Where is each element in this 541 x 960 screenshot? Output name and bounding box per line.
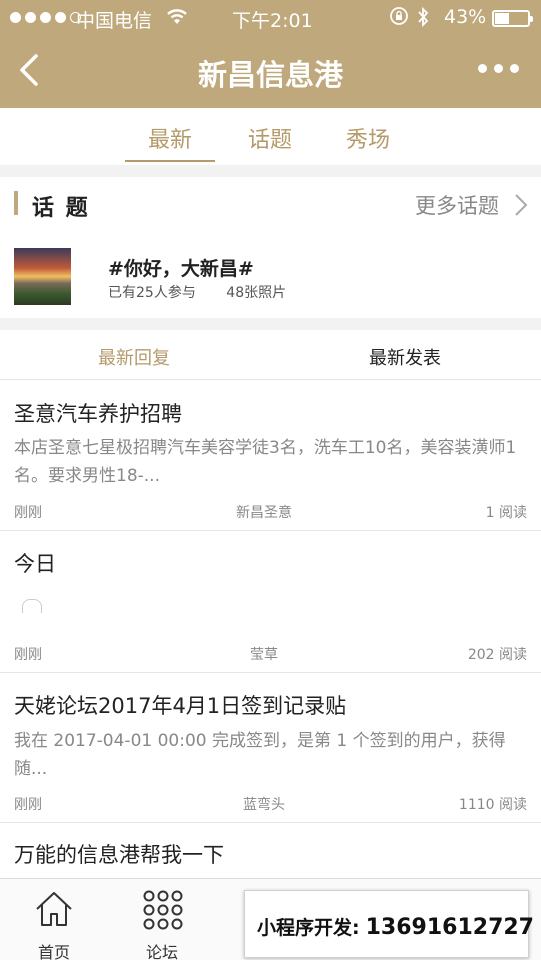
bottom-tab-label: 首页 xyxy=(37,943,70,960)
post-views: 202 阅读 xyxy=(467,647,527,663)
header: 中国电信 下午2:01 43% 新昌信息港 xyxy=(0,0,541,108)
bottom-tab-label: 论坛 xyxy=(145,943,178,960)
topics-header: 话 题 更多话题 xyxy=(0,178,541,230)
topic-meta: 已有25人参与 48张照片 xyxy=(108,282,286,302)
section-divider xyxy=(0,165,541,177)
more-topics-link[interactable]: 更多话题 xyxy=(415,190,499,220)
bluetooth-icon xyxy=(416,6,430,33)
wifi-icon xyxy=(166,6,188,33)
post-excerpt: 我在 2017-04-01 00:00 完成签到，是第 1 个签到的用户，获得随… xyxy=(14,731,506,779)
post-title: 万能的信息港帮我一下 xyxy=(14,843,224,867)
ad-phone: 13691612727 xyxy=(365,915,534,940)
bottom-tab-forum[interactable]: 论坛 xyxy=(122,879,202,960)
post-title: 天姥论坛2017年4月1日签到记录贴 xyxy=(14,694,347,718)
tab-showcase[interactable]: 秀场 xyxy=(346,122,390,154)
battery-icon xyxy=(492,10,533,27)
topics-heading: 话 题 xyxy=(32,196,90,221)
carrier-label: 中国电信 xyxy=(76,10,153,32)
ad-label: 小程序开发: xyxy=(257,917,360,939)
post-item[interactable]: 天姥论坛2017年4月1日签到记录贴 我在 2017-04-01 00:00 完… xyxy=(0,673,541,823)
tab-latest[interactable]: 最新 xyxy=(148,122,192,154)
battery-percent: 43% xyxy=(444,6,487,28)
post-author: 莹草 xyxy=(250,647,278,663)
post-excerpt: 本店圣意七星极招聘汽车美容学徒3名，洗车工10名，美容装潢师1名。要求男性18-… xyxy=(14,438,517,486)
bottom-tab-home[interactable]: 首页 xyxy=(14,879,94,960)
active-tab-indicator xyxy=(125,160,215,162)
image-placeholder-icon xyxy=(22,599,42,613)
topic-participants: 已有25人参与 xyxy=(108,285,196,301)
sub-tabs: 最新回复 最新发表 xyxy=(0,330,541,380)
post-views: 1 阅读 xyxy=(485,505,527,521)
post-title: 圣意汽车养护招聘 xyxy=(14,402,182,426)
section-accent xyxy=(14,191,18,215)
grid-icon xyxy=(143,890,183,930)
ad-banner: 小程序开发: 13691612727 xyxy=(244,890,534,958)
top-tabs: 最新 话题 秀场 xyxy=(0,108,541,164)
topic-photos: 48张照片 xyxy=(226,285,287,301)
section-divider xyxy=(0,318,541,330)
post-title: 今日 xyxy=(14,552,56,576)
clock: 下午2:01 xyxy=(232,10,313,32)
status-bar: 中国电信 下午2:01 43% xyxy=(0,0,541,36)
post-author: 新昌圣意 xyxy=(236,505,292,521)
more-button[interactable] xyxy=(478,64,519,73)
signal-strength-icon xyxy=(10,12,81,23)
post-item[interactable]: 圣意汽车养护招聘 本店圣意七星极招聘汽车美容学徒3名，洗车工10名，美容装潢师1… xyxy=(0,380,541,530)
post-item[interactable]: 今日 刚刚 莹草 202 阅读 xyxy=(0,531,541,671)
home-icon xyxy=(36,892,72,926)
topic-thumbnail xyxy=(14,248,71,305)
ad-text: 小程序开发: 13691612727 xyxy=(257,913,534,940)
subtab-latest-posts[interactable]: 最新发表 xyxy=(369,344,441,370)
post-item[interactable]: 万能的信息港帮我一下 xyxy=(0,823,541,878)
subtab-latest-replies[interactable]: 最新回复 xyxy=(98,344,170,370)
page-title: 新昌信息港 xyxy=(197,58,343,92)
tab-topics[interactable]: 话题 xyxy=(248,122,292,154)
nav-bar: 新昌信息港 xyxy=(0,36,541,108)
orientation-lock-icon xyxy=(389,6,409,31)
post-views: 1110 阅读 xyxy=(458,797,527,813)
chevron-right-icon[interactable] xyxy=(513,192,529,218)
post-author: 蓝弯头 xyxy=(243,797,285,813)
topic-name: #你好，大新昌# xyxy=(108,258,254,280)
topic-card[interactable]: #你好，大新昌# 已有25人参与 48张照片 xyxy=(0,238,541,318)
